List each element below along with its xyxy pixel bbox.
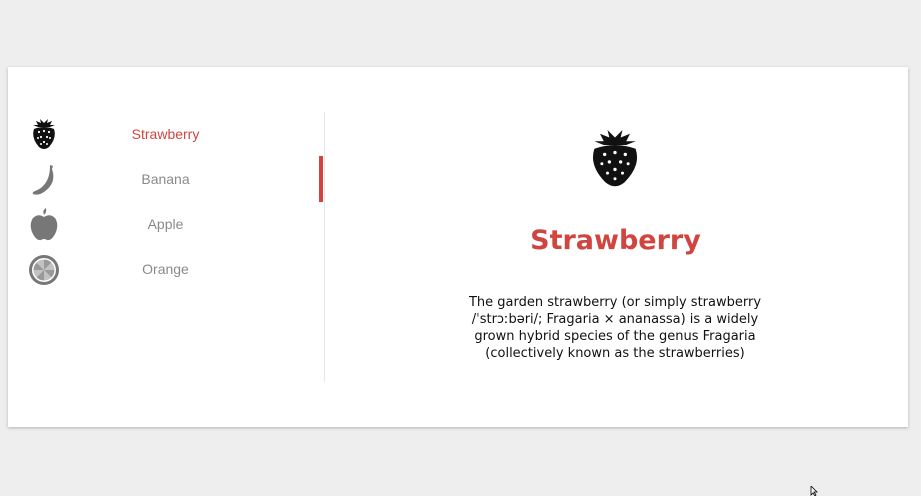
strawberry-icon [33, 119, 55, 149]
panel-description: The garden strawberry (or simply strawbe… [468, 295, 762, 361]
tabs-card: Strawberry Banana Apple Orange Strawberr… [8, 67, 908, 427]
tab-label: Orange [142, 261, 189, 277]
orange-icon [29, 255, 59, 285]
tab-strawberry[interactable]: Strawberry [8, 112, 324, 157]
active-tab-indicator [319, 156, 323, 202]
tab-orange[interactable]: Orange [8, 247, 324, 292]
mouse-cursor-icon [810, 486, 818, 496]
tab-content-panel: Strawberry The garden strawberry (or sim… [325, 67, 908, 427]
tab-label: Banana [141, 171, 190, 187]
banana-icon [32, 165, 54, 195]
panel-title: Strawberry [530, 225, 701, 256]
tab-apple[interactable]: Apple [8, 202, 324, 247]
tab-label: Apple [147, 216, 184, 232]
tab-label: Strawberry [131, 126, 200, 142]
vertical-tab-list: Strawberry Banana Apple Orange [8, 112, 325, 382]
tab-banana[interactable]: Banana [8, 157, 324, 202]
strawberry-icon [592, 130, 638, 187]
apple-icon [30, 208, 58, 241]
